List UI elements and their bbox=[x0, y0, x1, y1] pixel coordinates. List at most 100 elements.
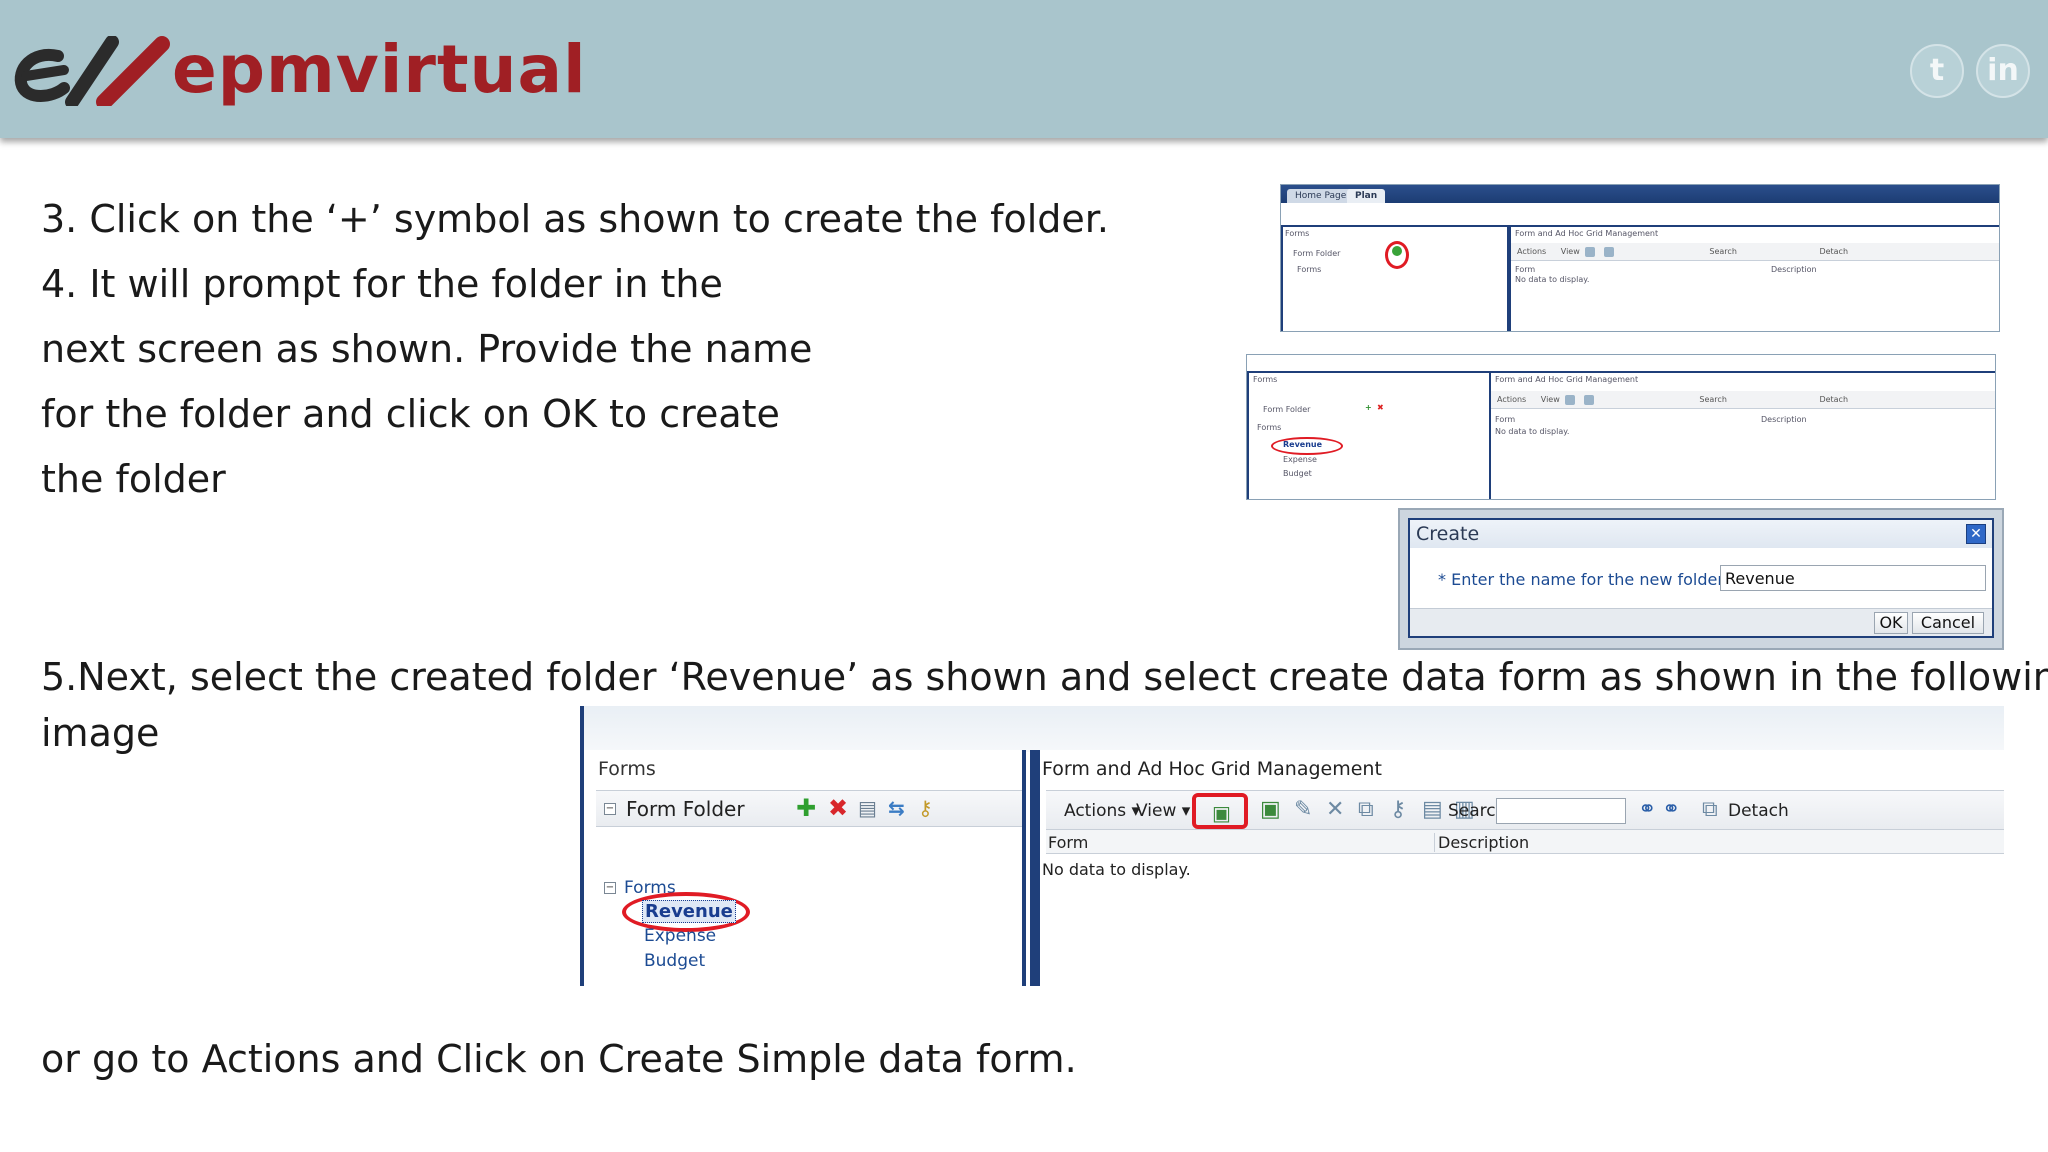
col-form-small-2: Form bbox=[1495, 415, 1516, 424]
move-folder-icon[interactable]: ⇆ bbox=[888, 795, 905, 821]
col-description-small: Description bbox=[1771, 265, 1817, 274]
collapse-icon[interactable]: − bbox=[604, 803, 616, 815]
cancel-button[interactable]: Cancel bbox=[1912, 612, 1984, 634]
header-band: epmvirtual t in bbox=[0, 0, 2048, 138]
close-icon[interactable]: ✕ bbox=[1966, 524, 1986, 544]
detach-button-small[interactable]: Detach bbox=[1819, 247, 1848, 256]
tab-plan[interactable]: Plan bbox=[1347, 189, 1386, 203]
screenshot-create-form: Forms − Form Folder ✚ ✖ ▤ ⇆ ⚷ − Forms Re… bbox=[580, 706, 2004, 986]
delete-folder-icon[interactable]: ✖ bbox=[828, 795, 848, 821]
tab-home-page[interactable]: Home Page bbox=[1287, 189, 1355, 203]
app-tab-bar: Home Page Plan bbox=[1281, 185, 1999, 203]
search-label-small-2: Search bbox=[1699, 395, 1727, 404]
add-folder-icon[interactable]: ✚ bbox=[796, 795, 816, 821]
grid-title-small-2: Form and Ad Hoc Grid Management bbox=[1495, 375, 1639, 384]
assign-access-icon[interactable]: ⚷ bbox=[918, 795, 933, 821]
ok-button[interactable]: OK bbox=[1874, 612, 1908, 634]
view-menu-small[interactable]: View bbox=[1561, 247, 1580, 256]
forms-label-small-2: Forms bbox=[1253, 375, 1278, 384]
linkedin-icon[interactable]: in bbox=[1976, 44, 2030, 98]
forms-title: Forms bbox=[598, 758, 656, 780]
col-description-small-2: Description bbox=[1761, 415, 1807, 424]
create-form-icon-small-2[interactable] bbox=[1565, 394, 1576, 405]
step4-line-3: for the folder and click on OK to create bbox=[41, 392, 780, 436]
column-description[interactable]: Description bbox=[1434, 833, 1529, 852]
view-menu[interactable]: View ▾ bbox=[1136, 801, 1190, 821]
forms-pane-small: Forms Form Folder Forms bbox=[1281, 225, 1509, 331]
dialog-title: Create bbox=[1410, 520, 1992, 548]
tree-forms-small-2: Forms bbox=[1257, 423, 1282, 432]
tree-revenue-small[interactable]: Revenue bbox=[1283, 440, 1322, 449]
tree-expense-small[interactable]: Expense bbox=[1283, 455, 1317, 464]
step4-line-2: next screen as shown. Provide the name bbox=[41, 327, 813, 371]
grid-column-header: Form Description bbox=[1046, 830, 2004, 854]
grid-toolbar: Actions ▾ View ▾ ▣ ▣ ✎ ✕ ⧉ ⚷ ▤ ▥ Search … bbox=[1046, 790, 2004, 830]
form-folder-label: Form Folder bbox=[626, 797, 745, 821]
toolbar-icon-small-2[interactable] bbox=[1583, 394, 1594, 405]
detach-button-small-2[interactable]: Detach bbox=[1819, 395, 1848, 404]
twitter-icon[interactable]: t bbox=[1910, 44, 1964, 98]
delete-icon-small-2[interactable]: ✖ bbox=[1377, 403, 1384, 412]
grid-pane-small-2: Form and Ad Hoc Grid Management Actions … bbox=[1489, 371, 1995, 499]
view-menu-small-2[interactable]: View bbox=[1541, 395, 1560, 404]
column-form[interactable]: Form bbox=[1048, 833, 1088, 852]
app-header-strip bbox=[580, 706, 2004, 752]
tree-budget-small[interactable]: Budget bbox=[1283, 469, 1312, 478]
dialog-footer: OK Cancel bbox=[1410, 608, 1992, 636]
tree-item-budget[interactable]: Budget bbox=[644, 951, 705, 971]
step3-text: 3. Click on the ‘+’ symbol as shown to c… bbox=[41, 197, 1110, 241]
no-data-small-2: No data to display. bbox=[1495, 427, 1570, 436]
tree-item-expense[interactable]: Expense bbox=[644, 926, 716, 946]
no-data-message: No data to display. bbox=[1042, 860, 1191, 879]
step4-line-1: 4. It will prompt for the folder in the bbox=[41, 262, 723, 306]
create-form-icon-small[interactable] bbox=[1585, 246, 1596, 257]
step4-line-4: the folder bbox=[41, 457, 226, 501]
detach-button[interactable]: Detach bbox=[1728, 801, 1789, 821]
rename-folder-icon[interactable]: ▤ bbox=[858, 795, 877, 821]
tree-item-revenue[interactable]: Revenue bbox=[642, 900, 736, 923]
detach-icon[interactable]: ⧉ bbox=[1702, 797, 1718, 823]
grid-toolbar-small: Actions View Search Detach bbox=[1511, 243, 1999, 261]
search-input[interactable] bbox=[1496, 798, 1626, 824]
create-dialog-body: Create ✕ * Enter the name for the new fo… bbox=[1408, 518, 1994, 638]
form-folder-label-small: Form Folder bbox=[1293, 249, 1341, 258]
grid-toolbar-small-2: Actions View Search Detach bbox=[1491, 391, 1995, 409]
forms-pane-small-2: Forms Form Folder + ✖ Forms Revenue Expe… bbox=[1247, 371, 1493, 499]
form-folder-label-small-2: Form Folder bbox=[1263, 405, 1311, 414]
add-folder-icon[interactable] bbox=[1392, 246, 1402, 256]
forms-pane: Forms − Form Folder ✚ ✖ ▤ ⇆ ⚷ − Forms Re… bbox=[580, 750, 1026, 986]
add-icon-small-2[interactable]: + bbox=[1365, 403, 1372, 412]
create-form-icon[interactable]: ▣ bbox=[1212, 801, 1231, 825]
toolbar-icon-small[interactable] bbox=[1603, 246, 1614, 257]
screenshot-folder-created: Forms Form Folder + ✖ Forms Revenue Expe… bbox=[1246, 354, 1996, 500]
grid-pane-small: Form and Ad Hoc Grid Management Actions … bbox=[1509, 225, 1999, 331]
create-composite-form-icon[interactable]: ▣ bbox=[1260, 797, 1281, 823]
logo-text: epmvirtual bbox=[172, 31, 587, 108]
logo-mark-icon bbox=[14, 36, 170, 106]
step5-line-1: 5.Next, select the created folder ‘Reven… bbox=[41, 655, 2048, 699]
step5-line-2: image bbox=[41, 711, 160, 755]
delete-icon[interactable]: ✕ bbox=[1326, 797, 1344, 823]
search-next-icon[interactable]: ⚭ bbox=[1662, 797, 1680, 823]
assign-access-icon-toolbar[interactable]: ⚷ bbox=[1390, 797, 1406, 823]
edit-icon[interactable]: ✎ bbox=[1294, 797, 1312, 823]
folder-name-input[interactable] bbox=[1720, 565, 1986, 591]
grid-management-pane: Form and Ad Hoc Grid Management Actions … bbox=[1030, 750, 2004, 986]
search-binoculars-icon[interactable]: ⚭ bbox=[1638, 797, 1656, 823]
epmvirtual-logo: epmvirtual bbox=[12, 30, 586, 110]
rename-icon[interactable]: ▤ bbox=[1422, 797, 1443, 823]
no-data-small: No data to display. bbox=[1515, 275, 1590, 284]
actions-menu-small-2[interactable]: Actions bbox=[1497, 395, 1526, 404]
form-folder-toolbar: − Form Folder ✚ ✖ ▤ ⇆ ⚷ bbox=[596, 791, 1022, 827]
screenshot-add-folder: Home Page Plan Forms Form Folder Forms F… bbox=[1280, 184, 2000, 332]
create-folder-dialog: Create ✕ * Enter the name for the new fo… bbox=[1398, 508, 2004, 650]
actions-menu-small[interactable]: Actions bbox=[1517, 247, 1546, 256]
grid-title: Form and Ad Hoc Grid Management bbox=[1042, 758, 1382, 780]
move-icon[interactable]: ⧉ bbox=[1358, 797, 1374, 823]
tree-collapse-icon[interactable]: − bbox=[604, 882, 616, 894]
forms-label-small: Forms bbox=[1285, 229, 1310, 238]
actions-menu[interactable]: Actions ▾ bbox=[1064, 801, 1140, 821]
search-label-small: Search bbox=[1709, 247, 1737, 256]
closing-text: or go to Actions and Click on Create Sim… bbox=[41, 1037, 1077, 1081]
grid-title-small: Form and Ad Hoc Grid Management bbox=[1515, 229, 1659, 238]
